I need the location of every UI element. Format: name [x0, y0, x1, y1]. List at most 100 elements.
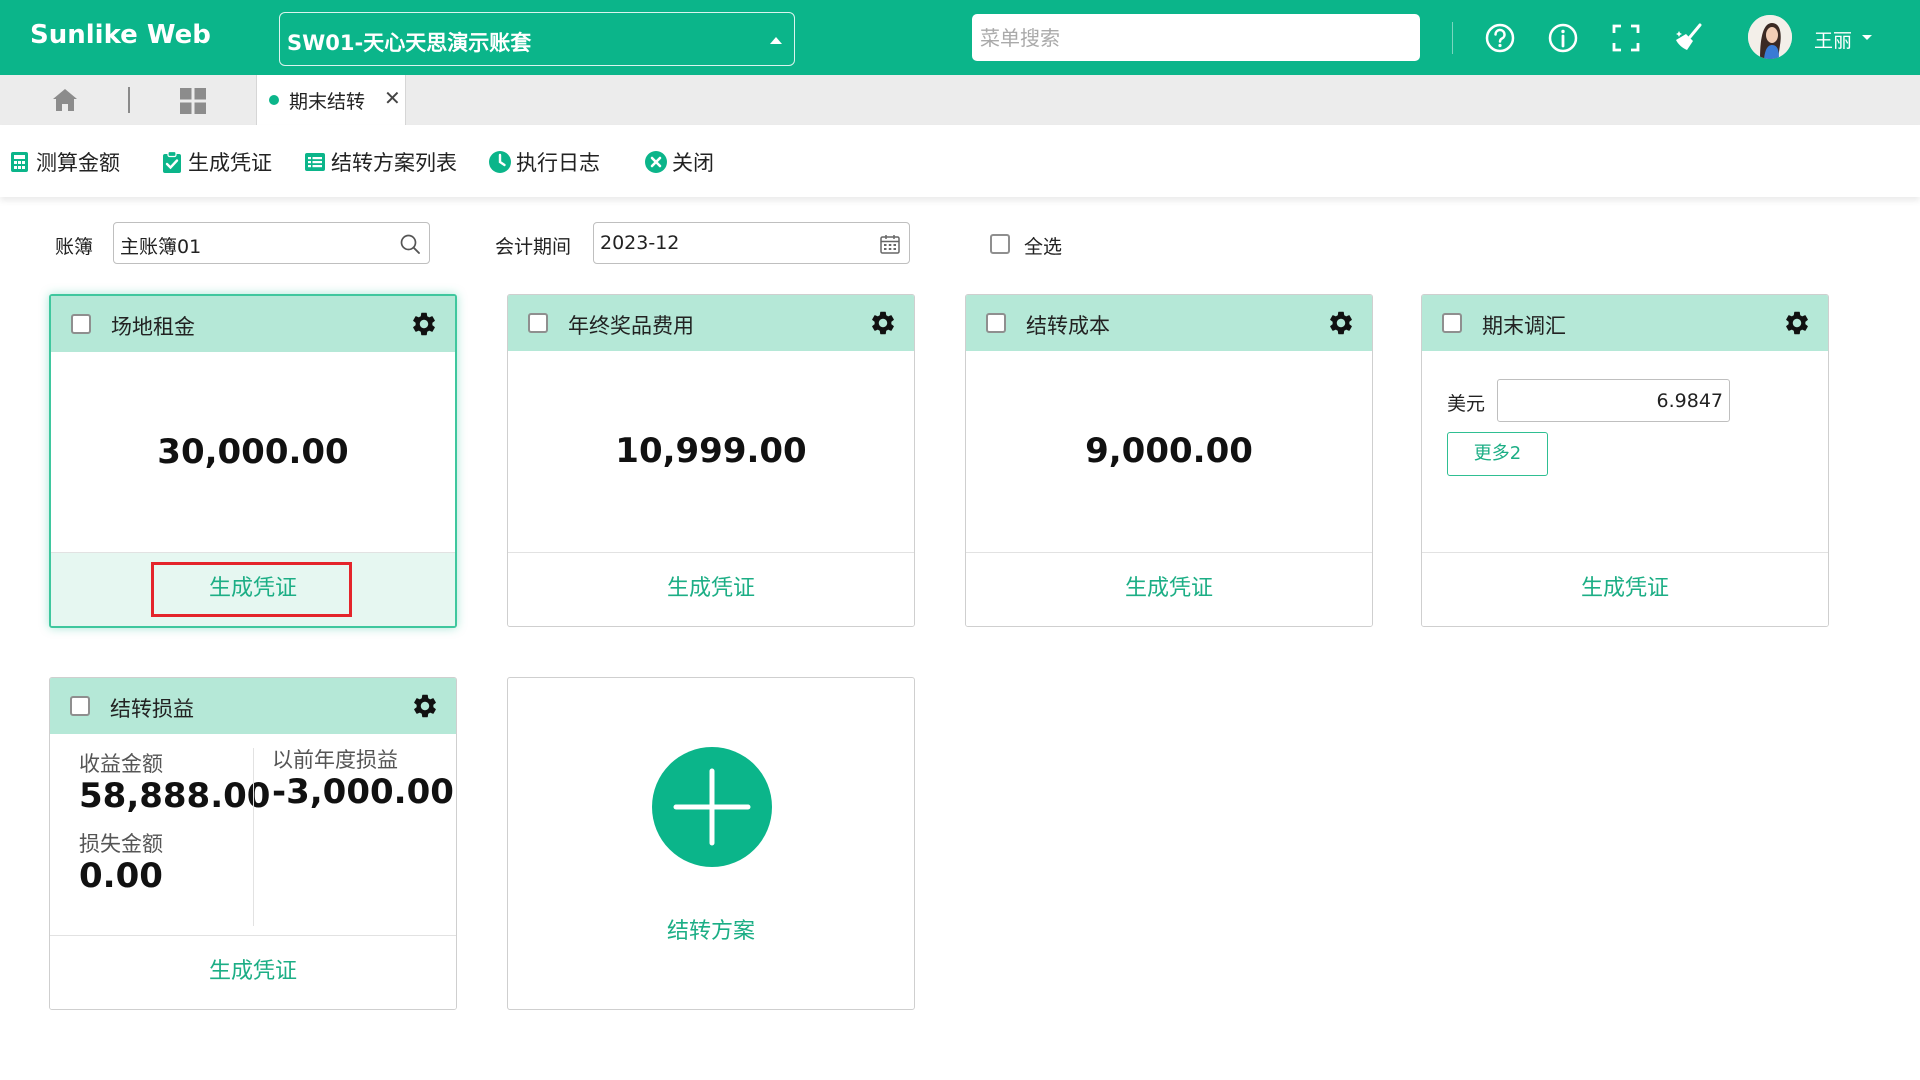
carryover-plan-list-button[interactable]: 结转方案列表: [303, 147, 457, 177]
currency-label: 美元: [1447, 393, 1486, 415]
generate-voucher-label: 生成凭证: [188, 151, 272, 175]
account-set-select[interactable]: SW01-天心天思演示账套: [279, 12, 795, 66]
caret-down-icon[interactable]: [1862, 35, 1872, 40]
clear-cache-icon[interactable]: [1671, 20, 1707, 56]
card-checkbox[interactable]: [70, 696, 90, 716]
grid-apps-icon[interactable]: [178, 86, 208, 116]
avatar[interactable]: [1748, 15, 1792, 59]
calc-amount-button[interactable]: 测算金额: [8, 147, 120, 177]
card-header: 年终奖品费用: [508, 295, 914, 351]
calendar-icon[interactable]: [879, 233, 901, 255]
card-checkbox[interactable]: [1442, 313, 1462, 333]
calc-amount-label: 测算金额: [36, 151, 120, 175]
brand-logo: Sunlike Web: [30, 20, 211, 50]
card-footer: 生成凭证: [966, 552, 1372, 626]
top-divider: [1452, 22, 1453, 54]
income-label: 收益金额: [79, 752, 163, 776]
clock-icon: [489, 151, 511, 173]
gear-icon[interactable]: [1327, 309, 1355, 337]
execution-log-label: 执行日志: [516, 151, 600, 175]
card-checkbox[interactable]: [71, 314, 91, 334]
add-plan-button[interactable]: [652, 747, 772, 867]
card-carryover-pl[interactable]: 结转损益 收益金额 58,888.00 损失金额 0.00 以前年度损益 -3,…: [49, 677, 457, 1010]
active-dot-icon: [269, 95, 279, 105]
ledger-label: 账簿: [55, 236, 94, 258]
income-value: 58,888.00: [79, 776, 271, 816]
exchange-rate-value: 6.9847: [1656, 390, 1723, 412]
exchange-rate-input[interactable]: 6.9847: [1497, 379, 1730, 422]
card-header: 期末调汇: [1422, 295, 1828, 351]
plus-icon: [673, 768, 751, 846]
fullscreen-icon[interactable]: [1608, 20, 1644, 56]
card-title: 年终奖品费用: [568, 314, 694, 338]
close-tab-icon[interactable]: ✕: [384, 86, 401, 110]
loss-label: 损失金额: [79, 832, 163, 856]
card-title: 结转成本: [1026, 314, 1110, 338]
card-header: 结转成本: [966, 295, 1372, 351]
card-footer: 生成凭证: [50, 935, 456, 1009]
gear-icon[interactable]: [411, 692, 439, 720]
user-avatar-icon: [1748, 15, 1792, 59]
generate-voucher-link[interactable]: 生成凭证: [50, 936, 456, 1009]
list-icon: [305, 153, 325, 171]
select-all-label: 全选: [1024, 236, 1063, 258]
card-title: 结转损益: [110, 697, 194, 721]
calculator-icon: [11, 152, 28, 172]
card-header: 结转损益: [50, 678, 456, 734]
user-name[interactable]: 王丽: [1814, 26, 1852, 53]
close-label: 关闭: [672, 151, 714, 175]
gear-icon[interactable]: [1783, 309, 1811, 337]
tab-bar: 期末结转 ✕: [0, 75, 1920, 125]
card-amount: 10,999.00: [615, 431, 807, 471]
top-bar: Sunlike Web SW01-天心天思演示账套 王丽: [0, 0, 1920, 75]
gear-icon[interactable]: [869, 309, 897, 337]
prior-year-pl-value: -3,000.00: [272, 772, 454, 812]
card-footer: 生成凭证: [508, 552, 914, 626]
account-set-label: SW01-天心天思演示账套: [287, 31, 532, 55]
clipboard-check-icon: [163, 150, 181, 173]
tab-separator: [128, 87, 130, 113]
home-icon[interactable]: [50, 85, 80, 115]
card-period-end-fx[interactable]: 期末调汇 美元 6.9847 更多2 生成凭证: [1421, 294, 1829, 627]
highlight-box: [151, 562, 352, 617]
card-footer: 生成凭证: [1422, 552, 1828, 626]
select-all-checkbox[interactable]: [990, 234, 1010, 254]
card-carryover-cost[interactable]: 结转成本 9,000.00 生成凭证: [965, 294, 1373, 627]
card-amount: 30,000.00: [157, 432, 349, 472]
gear-icon[interactable]: [410, 310, 438, 338]
more-button[interactable]: 更多2: [1447, 432, 1548, 476]
generate-voucher-button[interactable]: 生成凭证: [160, 147, 272, 177]
plan-list-label: 结转方案列表: [331, 151, 457, 175]
period-label: 会计期间: [495, 236, 572, 258]
column-divider: [253, 748, 254, 926]
generate-voucher-link[interactable]: 生成凭证: [1422, 553, 1828, 626]
generate-voucher-link[interactable]: 生成凭证: [966, 553, 1372, 626]
loss-value: 0.00: [79, 856, 163, 896]
card-title: 场地租金: [111, 315, 195, 339]
menu-search-input[interactable]: [972, 14, 1420, 61]
ledger-value: 主账簿01: [120, 236, 202, 258]
add-plan-label[interactable]: 结转方案: [508, 913, 914, 945]
card-checkbox[interactable]: [528, 313, 548, 333]
add-carryover-plan-card[interactable]: 结转方案: [507, 677, 915, 1010]
action-toolbar: 测算金额 生成凭证 结转方案列表 执行日志 关闭: [0, 125, 1920, 197]
ledger-field[interactable]: 主账簿01: [113, 222, 430, 264]
prior-year-pl-label: 以前年度损益: [272, 748, 398, 772]
help-icon[interactable]: [1482, 20, 1518, 56]
search-icon[interactable]: [399, 233, 421, 255]
card-footer: 生成凭证: [51, 552, 455, 626]
generate-voucher-link[interactable]: 生成凭证: [508, 553, 914, 626]
card-year-end-prizes[interactable]: 年终奖品费用 10,999.00 生成凭证: [507, 294, 915, 627]
card-venue-rent[interactable]: 场地租金 30,000.00 生成凭证: [49, 294, 457, 628]
close-button[interactable]: 关闭: [644, 147, 714, 177]
execution-log-button[interactable]: 执行日志: [488, 147, 600, 177]
card-header: 场地租金: [51, 296, 455, 352]
tab-period-end-carryover[interactable]: 期末结转 ✕: [256, 75, 406, 125]
period-field[interactable]: 2023-12: [593, 222, 910, 264]
card-checkbox[interactable]: [986, 313, 1006, 333]
close-circle-icon: [645, 151, 667, 173]
caret-up-icon: [770, 37, 782, 44]
tab-label: 期末结转: [289, 91, 366, 113]
info-icon[interactable]: [1545, 20, 1581, 56]
period-value: 2023-12: [600, 232, 680, 254]
